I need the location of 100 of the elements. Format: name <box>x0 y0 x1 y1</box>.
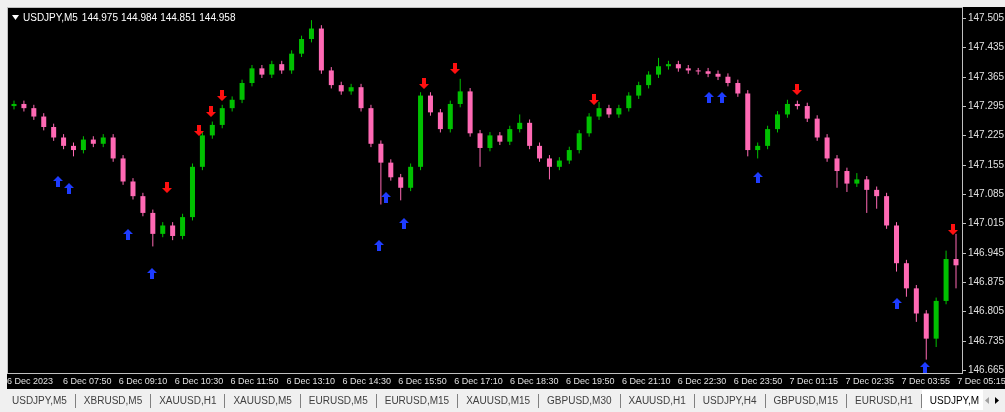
candlestick <box>576 129 582 154</box>
chart-tab[interactable]: EURUSD,M15 <box>376 394 459 408</box>
dropdown-icon[interactable] <box>12 15 19 20</box>
chart-tab[interactable]: USDJPY,M5 <box>4 394 76 408</box>
up-arrow-icon <box>64 183 74 194</box>
candlestick <box>21 100 27 112</box>
candlestick <box>358 83 364 112</box>
candlestick <box>328 66 334 89</box>
time-label: 6 Dec 17:10 <box>454 375 503 387</box>
scroll-right-icon[interactable] <box>995 397 999 404</box>
candlestick <box>556 156 562 171</box>
candlestick <box>874 186 880 210</box>
price-label: 146.945 <box>968 246 1005 259</box>
candlestick <box>775 110 780 133</box>
candlestick <box>308 19 314 43</box>
price-label: 147.085 <box>968 188 1005 201</box>
candlestick <box>209 121 215 140</box>
candlestick <box>110 133 116 163</box>
chart-tab[interactable]: XAUUSD,M5 <box>225 394 301 408</box>
candlestick <box>348 83 354 96</box>
candlestick <box>120 154 126 186</box>
candlestick <box>685 64 691 75</box>
chart-tab[interactable]: GBPUSD,M30 <box>539 394 621 408</box>
chart-tab[interactable]: XAUUSD,H1 <box>151 394 226 408</box>
price-label: 146.735 <box>968 334 1005 347</box>
price-label: 147.365 <box>968 70 1005 83</box>
time-label: 6 Dec 2023 <box>7 375 54 387</box>
chart-tab[interactable]: EURUSD,M5 <box>300 394 377 408</box>
down-arrow-icon <box>948 224 958 235</box>
up-arrow-icon <box>381 192 391 203</box>
candlestick <box>735 79 741 98</box>
candlestick <box>160 221 166 238</box>
candlestick <box>517 113 523 133</box>
chart-tab[interactable]: USDJPY,H4 <box>694 394 766 408</box>
time-label: 7 Dec 02:35 <box>845 375 895 387</box>
candlestick <box>784 99 790 119</box>
price-quote: 144.984 <box>121 11 158 25</box>
time-label: 6 Dec 11:50 <box>230 375 279 387</box>
candlestick <box>725 72 731 87</box>
candlestick <box>864 175 870 214</box>
up-arrow-icon <box>123 229 133 240</box>
price-quote: 144.851 <box>160 11 197 25</box>
candlestick <box>130 177 136 200</box>
candlestick <box>41 112 47 131</box>
price-label: 146.875 <box>968 276 1005 289</box>
candlestick <box>61 133 67 150</box>
candlestick <box>943 250 949 305</box>
candlestick <box>487 131 493 152</box>
down-arrow-icon <box>194 125 204 136</box>
candlestick <box>229 95 235 112</box>
chart-tab[interactable]: EURUSD,H1 <box>847 394 922 408</box>
candlestick <box>289 49 295 75</box>
candlestick <box>398 173 404 201</box>
down-arrow-icon <box>792 84 802 95</box>
candlestick <box>844 167 850 193</box>
candlestick <box>467 87 473 138</box>
chart-tab[interactable]: XAUUSD,M15 <box>458 394 540 408</box>
price-label: 146.665 <box>968 364 1005 377</box>
candlestick <box>894 221 899 273</box>
up-arrow-icon <box>920 362 930 373</box>
candlestick <box>715 69 721 81</box>
candlestick <box>527 118 533 150</box>
price-label: 147.155 <box>968 158 1005 171</box>
candlestick <box>913 284 919 323</box>
candlestick <box>755 142 761 159</box>
candlestick <box>249 64 255 87</box>
chart-tab[interactable]: XBRUSD,M5 <box>75 394 152 408</box>
candlestick <box>507 125 513 146</box>
time-label: 6 Dec 07:50 <box>62 375 112 387</box>
time-label: 6 Dec 09:10 <box>118 375 168 387</box>
price-label: 147.295 <box>968 100 1005 113</box>
chart-tab[interactable]: XAUUSD,H1 <box>620 394 695 408</box>
candlestick <box>190 162 195 221</box>
candlestick <box>646 70 652 89</box>
price-label: 147.225 <box>968 129 1005 142</box>
candlestick <box>219 104 225 129</box>
price-label: 146.805 <box>968 305 1005 318</box>
candlestick <box>199 131 205 171</box>
candlestick <box>457 78 463 108</box>
candlestick <box>100 133 106 148</box>
candlestick <box>953 233 959 289</box>
candlestick <box>824 133 830 163</box>
candlestick <box>447 100 453 133</box>
candlestick <box>626 91 632 112</box>
chart-tab[interactable]: USDJPY,M <box>921 390 985 410</box>
candlestick <box>745 89 751 157</box>
candlestick <box>596 101 602 121</box>
candlestick <box>854 172 860 188</box>
candlestick <box>318 24 324 75</box>
candlestick <box>239 79 245 104</box>
candlestick <box>378 139 384 206</box>
candlestick <box>437 108 443 133</box>
time-label: 6 Dec 21:10 <box>621 375 671 387</box>
down-arrow-icon <box>450 63 460 74</box>
candlestick <box>616 104 622 119</box>
candlestick <box>408 162 414 192</box>
up-arrow-icon <box>717 92 727 103</box>
candlestick <box>31 104 37 121</box>
candlestick <box>497 131 503 146</box>
chart-tab[interactable]: GBPUSD,M15 <box>765 394 847 408</box>
